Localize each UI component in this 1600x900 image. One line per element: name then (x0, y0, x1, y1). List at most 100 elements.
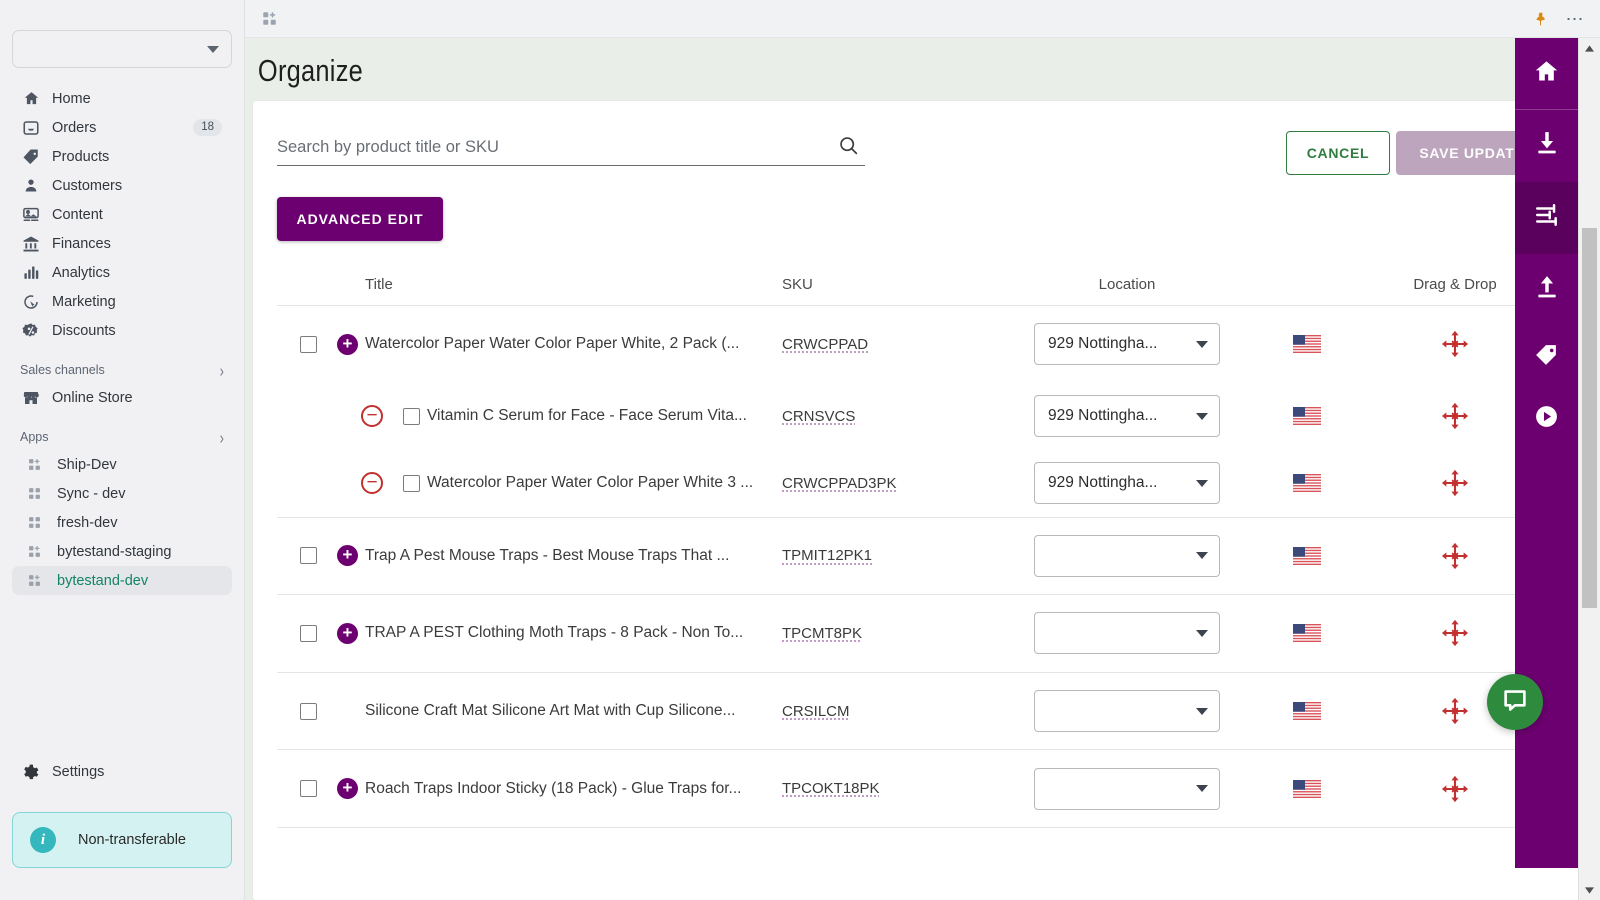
expand-icon[interactable]: + (337, 778, 358, 800)
location-select[interactable]: 929 Nottingha... (1034, 395, 1220, 438)
sidebar-item-content[interactable]: Content (12, 200, 232, 229)
sidebar-item-label: Orders (52, 119, 97, 136)
row-checkbox[interactable] (300, 780, 317, 798)
collapse-icon[interactable]: − (361, 405, 383, 428)
table-row[interactable]: + Watercolor Paper Water Color Paper Whi… (277, 306, 1558, 383)
sidebar-app-label: Ship-Dev (57, 456, 117, 473)
us-flag-icon (1293, 335, 1321, 354)
rail-download-button[interactable] (1515, 110, 1578, 182)
rail-home-button[interactable] (1515, 38, 1578, 110)
table-row[interactable]: + Roach Traps Indoor Sticky (18 Pack) - … (277, 750, 1558, 827)
apps-grid-plus-icon[interactable] (255, 6, 283, 32)
cell-flag (1262, 474, 1352, 493)
search-input[interactable] (277, 137, 865, 157)
location-select[interactable] (1034, 612, 1220, 655)
right-tool-rail (1515, 38, 1578, 868)
pin-icon[interactable] (1533, 11, 1548, 27)
us-flag-icon (1293, 474, 1321, 493)
drag-move-icon[interactable] (1441, 542, 1469, 570)
cell-title: + Trap A Pest Mouse Traps - Best Mouse T… (277, 545, 782, 567)
location-select[interactable]: 929 Nottingha... (1034, 323, 1220, 366)
cell-sku: CRWCPPAD3PK (782, 475, 992, 492)
sidebar-app-bytestand-staging[interactable]: bytestand-staging (12, 537, 232, 566)
drag-move-icon[interactable] (1441, 697, 1469, 725)
search-icon[interactable] (838, 135, 859, 161)
rail-upload-button[interactable] (1515, 254, 1578, 326)
sidebar-item-discounts[interactable]: Discounts (12, 316, 232, 345)
table-row[interactable]: − Watercolor Paper Water Color Paper Whi… (277, 450, 1558, 517)
apps-header[interactable]: Apps › (12, 424, 232, 450)
row-checkbox[interactable] (300, 335, 317, 353)
drag-move-icon[interactable] (1441, 330, 1469, 358)
sidebar-item-analytics[interactable]: Analytics (12, 258, 232, 287)
row-checkbox[interactable] (300, 547, 317, 565)
product-sku[interactable]: TPCOKT18PK (782, 780, 880, 797)
tag-icon (20, 147, 42, 167)
location-value: 929 Nottingha... (1048, 407, 1158, 425)
location-select[interactable]: 929 Nottingha... (1034, 462, 1220, 505)
sidebar-item-products[interactable]: Products (12, 142, 232, 171)
expand-icon[interactable]: + (337, 333, 358, 355)
product-sku[interactable]: TPCMT8PK (782, 625, 862, 642)
sidebar-item-marketing[interactable]: Marketing (12, 287, 232, 316)
cell-location (992, 690, 1262, 733)
gear-icon (20, 763, 42, 782)
chevron-down-icon (1196, 785, 1208, 793)
expand-icon[interactable]: + (337, 545, 358, 567)
scrollbar-down-arrow[interactable] (1579, 880, 1600, 900)
sliders-icon (1534, 202, 1560, 233)
sidebar-item-orders[interactable]: Orders 18 (12, 113, 232, 142)
sidebar-app-sync-dev[interactable]: Sync - dev (12, 479, 232, 508)
main-area: ⋯ Organize CANCEL SAVE UPDATES ADVANCED … (245, 0, 1600, 900)
app-root: Home Orders 18 Products Customers Conten… (0, 0, 1600, 900)
sidebar-item-online-store[interactable]: Online Store (12, 383, 232, 412)
collapse-icon[interactable]: − (361, 472, 383, 495)
products-table: Title SKU Location Drag & Drop + Waterco… (277, 263, 1558, 828)
row-checkbox[interactable] (403, 407, 420, 425)
cell-location (992, 767, 1262, 810)
location-select[interactable] (1034, 690, 1220, 733)
sidebar-item-finances[interactable]: Finances (12, 229, 232, 258)
location-select[interactable] (1034, 534, 1220, 577)
sidebar-item-customers[interactable]: Customers (12, 171, 232, 200)
table-row[interactable]: + Trap A Pest Mouse Traps - Best Mouse T… (277, 518, 1558, 595)
drag-move-icon[interactable] (1441, 619, 1469, 647)
rail-settings-button[interactable] (1515, 182, 1578, 254)
sidebar-item-home[interactable]: Home (12, 84, 232, 113)
expand-icon[interactable]: + (337, 622, 358, 644)
sales-channels-header[interactable]: Sales channels › (12, 357, 232, 383)
drag-move-icon[interactable] (1441, 775, 1469, 803)
drag-move-icon[interactable] (1441, 402, 1469, 430)
sidebar-item-settings[interactable]: Settings (12, 757, 232, 787)
scrollbar-up-arrow[interactable] (1579, 38, 1600, 58)
sidebar-app-ship-dev[interactable]: Ship-Dev (12, 450, 232, 479)
product-sku[interactable]: CRWCPPAD (782, 336, 868, 353)
product-sku[interactable]: CRWCPPAD3PK (782, 475, 896, 492)
row-checkbox[interactable] (300, 624, 317, 642)
browser-scrollbar[interactable] (1578, 38, 1600, 900)
product-sku[interactable]: CRSILCM (782, 703, 850, 720)
cancel-button[interactable]: CANCEL (1286, 131, 1390, 175)
row-checkbox[interactable] (300, 702, 317, 720)
table-row[interactable]: Silicone Craft Mat Silicone Art Mat with… (277, 673, 1558, 750)
drag-move-icon[interactable] (1441, 469, 1469, 497)
sidebar-app-bytestand-dev[interactable]: bytestand-dev (12, 566, 232, 595)
product-title: Trap A Pest Mouse Traps - Best Mouse Tra… (365, 546, 730, 564)
sidebar-app-label: bytestand-staging (57, 543, 172, 560)
sidebar: Home Orders 18 Products Customers Conten… (0, 0, 245, 900)
rail-tag-button[interactable] (1515, 326, 1578, 388)
location-select[interactable] (1034, 767, 1220, 810)
store-selector[interactable] (12, 30, 232, 68)
row-checkbox[interactable] (403, 474, 420, 492)
product-sku[interactable]: TPMIT12PK1 (782, 547, 872, 564)
scrollbar-thumb[interactable] (1582, 228, 1597, 608)
more-horizontal-icon[interactable]: ⋯ (1566, 10, 1587, 28)
cell-flag (1262, 407, 1352, 426)
table-row[interactable]: − Vitamin C Serum for Face - Face Serum … (277, 383, 1558, 450)
sidebar-app-fresh-dev[interactable]: fresh-dev (12, 508, 232, 537)
chat-widget-button[interactable] (1487, 674, 1543, 730)
rail-play-button[interactable] (1515, 388, 1578, 450)
table-row[interactable]: + TRAP A PEST Clothing Moth Traps - 8 Pa… (277, 595, 1558, 672)
advanced-edit-button[interactable]: ADVANCED EDIT (277, 197, 443, 241)
product-sku[interactable]: CRNSVCS (782, 408, 855, 425)
